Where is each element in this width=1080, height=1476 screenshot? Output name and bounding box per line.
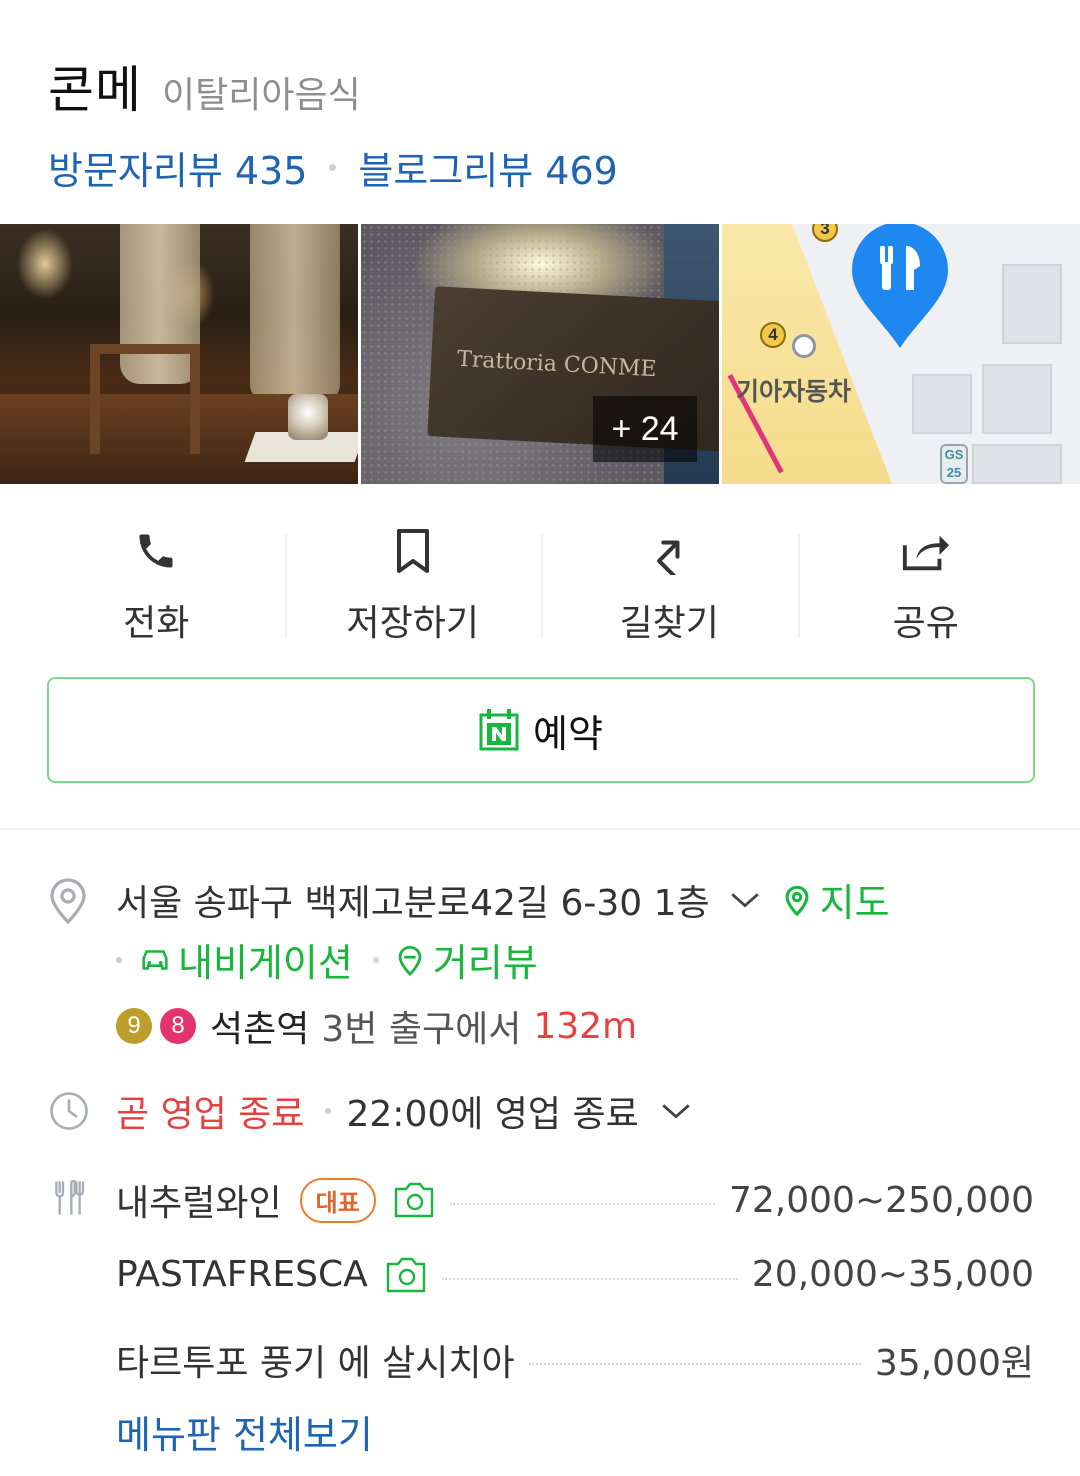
menu-item-name: PASTAFRESCA [116,1254,368,1295]
directions-label: 길찾기 [619,603,719,644]
save-label: 저장하기 [346,603,479,644]
subway-line-badge: 9 [116,1008,152,1044]
camera-icon[interactable] [392,1181,436,1219]
place-header: 콘메 이탈리아음식 방문자리뷰 435 블로그리뷰 469 [48,50,1038,195]
address-text: 서울 송파구 백제고분로42길 6-30 1층 [116,882,710,924]
phone-icon [131,526,181,576]
cutlery-icon [55,1180,85,1215]
business-status: 곧 영업 종료 [116,1094,305,1135]
map-link[interactable]: 지도 [782,872,890,927]
call-label: 전화 [123,603,190,644]
share-icon [901,526,951,576]
price-leader [528,1363,861,1365]
station-name: 석촌역 [210,1009,310,1050]
menu-item-price: 35,000원 [874,1343,1034,1384]
map-pin-icon [852,224,948,348]
navigation-link[interactable]: 내비게이션 [138,932,353,987]
map-gs-label: GS 25 [940,444,968,484]
map-block [1002,264,1062,344]
menu-item[interactable]: 타르투포 풍기 에 살시치아 35,000원 [116,1334,1034,1386]
camera-icon[interactable] [384,1256,428,1294]
naver-calendar-icon [479,709,519,751]
address-links-row: 내비게이션 거리뷰 [116,932,538,987]
chevron-down-icon[interactable] [728,888,762,912]
review-row: 방문자리뷰 435 블로그리뷰 469 [48,140,1038,195]
share-button[interactable]: 공유 [797,520,1055,646]
chevron-down-icon[interactable] [659,1099,693,1123]
map-pin-green-icon [785,885,809,916]
visitor-review-link[interactable]: 방문자리뷰 435 [48,140,307,195]
bookmark-icon [388,526,438,576]
address-row[interactable]: 서울 송파구 백제고분로42길 6-30 1층 지도 [116,872,890,927]
menu-item-price: 20,000~35,000 [751,1254,1034,1295]
photo-signboard[interactable]: Trattoria CONME + 24 [361,224,719,484]
separator-dot [324,1108,331,1114]
directions-icon [644,526,694,576]
menu-item-price: 72,000~250,000 [729,1179,1034,1221]
street-view-icon [398,945,422,976]
more-photos-badge[interactable]: + 24 [593,396,697,462]
photo-detail [250,224,340,404]
map-number: 4 [760,322,786,348]
price-leader [441,1277,738,1280]
signature-badge: 대표 [299,1177,376,1223]
car-icon [142,949,168,970]
save-button[interactable]: 저장하기 [284,520,542,646]
photo-detail [288,394,328,440]
reserve-button[interactable]: 예약 [47,677,1035,783]
separator-dot [372,956,379,963]
separator-dot [329,164,337,171]
street-view-link[interactable]: 거리뷰 [395,932,538,987]
photo-interior[interactable] [0,224,358,484]
map-block [972,444,1062,484]
reserve-label: 예약 [533,711,603,756]
place-category: 이탈리아음식 [162,75,361,116]
action-bar: 전화 저장하기 길찾기 공유 [28,520,1054,646]
hours-row[interactable]: 곧 영업 종료 22:00에 영업 종료 [116,1085,693,1137]
subway-info: 9 8 석촌역 3번 출구에서 132m [116,1000,637,1052]
call-button[interactable]: 전화 [28,520,285,646]
share-label: 공유 [892,603,959,644]
place-name: 콘메 [48,61,142,119]
navigation-label: 내비게이션 [178,941,353,985]
map-thumbnail[interactable]: 3 4 기아자동차 GS 25 [722,224,1080,484]
map-block [912,374,972,434]
title-row: 콘메 이탈리아음식 [48,50,1038,122]
station-exit: 3번 출구에서 [321,1009,522,1050]
map-poi-label: 기아자동차 [736,377,852,406]
photo-detail [90,344,200,454]
menu-item-name: 타르투포 풍기 에 살시치아 [116,1343,515,1384]
section-divider [0,828,1080,830]
street-view-label: 거리뷰 [432,941,538,985]
photo-strip: Trattoria CONME + 24 3 4 기아자동차 GS 25 [0,224,1080,484]
map-link-label: 지도 [819,881,890,925]
map-poi-dot [792,334,816,358]
blog-review-link[interactable]: 블로그리뷰 469 [358,140,617,195]
separator-dot [116,956,122,963]
station-distance: 132m [533,1005,638,1047]
directions-button[interactable]: 길찾기 [541,520,798,646]
map-number: 3 [812,224,838,242]
closing-time: 22:00에 영업 종료 [346,1094,639,1135]
menu-item-name: 내추럴와인 [116,1183,282,1224]
price-leader [449,1203,715,1205]
menu-item[interactable]: PASTAFRESCA 20,000~35,000 [116,1254,1034,1295]
menu-item[interactable]: 내추럴와인 대표 72,000~250,000 [116,1174,1034,1226]
clock-icon [50,1092,88,1130]
map-block [982,364,1052,434]
location-pin-icon [50,878,86,924]
view-full-menu-link[interactable]: 메뉴판 전체보기 [116,1404,373,1459]
subway-line-badge: 8 [160,1008,196,1044]
